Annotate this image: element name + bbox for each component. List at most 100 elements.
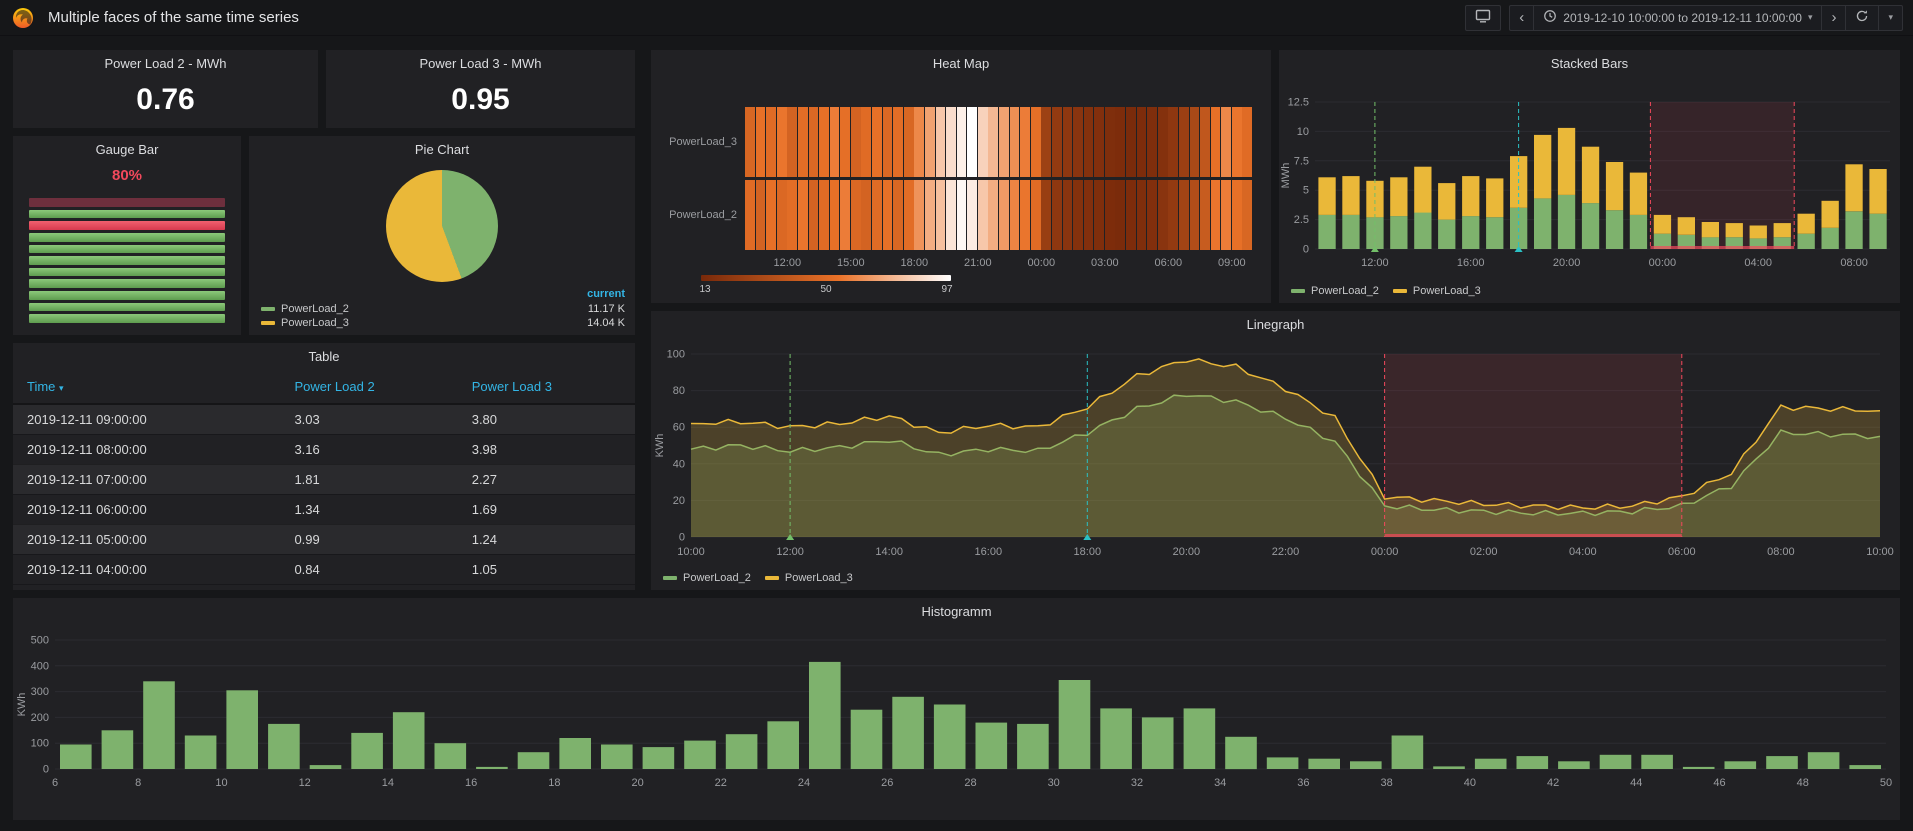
stacked-bar-powerload-3[interactable] xyxy=(1390,177,1407,216)
stacked-bar-powerload-3[interactable] xyxy=(1534,135,1551,199)
heatmap-cell[interactable] xyxy=(1232,107,1242,177)
stacked-bar-powerload-3[interactable] xyxy=(1414,167,1431,213)
panel-title[interactable]: Power Load 2 - MWh xyxy=(13,50,318,77)
legend-item-PowerLoad_2[interactable]: PowerLoad_2 xyxy=(1291,285,1379,297)
heatmap-cell[interactable] xyxy=(1115,180,1125,250)
heatmap-cell[interactable] xyxy=(809,107,819,177)
heatmap-cell[interactable] xyxy=(756,107,766,177)
heatmap-cell[interactable] xyxy=(861,180,871,250)
heatmap-cell[interactable] xyxy=(1211,107,1221,177)
table-header-time[interactable]: Time ▾ xyxy=(13,370,280,404)
heatmap-cell[interactable] xyxy=(798,180,808,250)
stacked-bar-powerload-3[interactable] xyxy=(1845,164,1862,211)
heatmap-cell[interactable] xyxy=(1221,180,1231,250)
histogram-bar[interactable] xyxy=(851,710,883,769)
stacked-bar-powerload-3[interactable] xyxy=(1318,177,1335,215)
heatmap-cell[interactable] xyxy=(1020,107,1030,177)
stacked-bar-powerload-3[interactable] xyxy=(1630,173,1647,215)
time-range-forward-button[interactable]: › xyxy=(1821,5,1845,31)
panel-title[interactable]: Gauge Bar xyxy=(13,136,241,163)
panel-title[interactable]: Pie Chart xyxy=(249,136,635,163)
heatmap-cell[interactable] xyxy=(777,107,787,177)
heatmap-cell[interactable] xyxy=(1126,180,1136,250)
histogram-bar[interactable] xyxy=(143,681,175,769)
stacked-bar-powerload-2[interactable] xyxy=(1438,220,1455,249)
heatmap-cell[interactable] xyxy=(1010,107,1020,177)
heatmap-cell[interactable] xyxy=(851,180,861,250)
legend-item-PowerLoad_3[interactable]: PowerLoad_314.04 K xyxy=(261,316,625,329)
stacked-bar-powerload-2[interactable] xyxy=(1845,211,1862,249)
heatmap-cell[interactable] xyxy=(1147,180,1157,250)
histogram-bar[interactable] xyxy=(643,747,675,769)
heatmap-cell[interactable] xyxy=(1052,180,1062,250)
heatmap-cell[interactable] xyxy=(967,107,977,177)
heatmap-cell[interactable] xyxy=(872,107,882,177)
time-range-back-button[interactable]: ‹ xyxy=(1509,5,1533,31)
panel-title[interactable]: Linegraph xyxy=(651,311,1900,338)
histogram-bar[interactable] xyxy=(518,752,550,769)
heatmap-cell[interactable] xyxy=(1126,107,1136,177)
heatmap-cell[interactable] xyxy=(851,107,861,177)
histogram-bar[interactable] xyxy=(726,734,758,769)
heatmap-cell[interactable] xyxy=(1179,180,1189,250)
stacked-bar-powerload-2[interactable] xyxy=(1630,215,1647,249)
heatmap-cell[interactable] xyxy=(1105,107,1115,177)
histogram-chart[interactable]: 0100200300400500KWh681012141618202224262… xyxy=(13,625,1900,820)
stacked-bar-powerload-3[interactable] xyxy=(1798,214,1815,234)
heatmap-cell[interactable] xyxy=(745,180,755,250)
stacked-bar-powerload-3[interactable] xyxy=(1558,128,1575,195)
histogram-bar[interactable] xyxy=(1725,761,1757,769)
legend-item-PowerLoad_2[interactable]: PowerLoad_211.17 K xyxy=(261,302,625,315)
stacked-bar-powerload-3[interactable] xyxy=(1582,147,1599,203)
legend-item-PowerLoad_3[interactable]: PowerLoad_3 xyxy=(1393,285,1481,297)
heatmap-cell[interactable] xyxy=(1190,107,1200,177)
heatmap-cell[interactable] xyxy=(861,107,871,177)
heatmap-cell[interactable] xyxy=(904,180,914,250)
heatmap-cell[interactable] xyxy=(1190,180,1200,250)
histogram-bar[interactable] xyxy=(60,745,92,770)
stacked-bar-powerload-3[interactable] xyxy=(1678,217,1695,235)
heatmap-cell[interactable] xyxy=(1041,107,1051,177)
heatmap-cell[interactable] xyxy=(819,107,829,177)
panel-title[interactable]: Power Load 3 - MWh xyxy=(326,50,635,77)
refresh-button[interactable] xyxy=(1845,5,1878,31)
heatmap-cell[interactable] xyxy=(1179,107,1189,177)
heatmap-cell[interactable] xyxy=(766,180,776,250)
histogram-bar[interactable] xyxy=(1849,765,1881,769)
heatmap-cell[interactable] xyxy=(1052,107,1062,177)
histogram-bar[interactable] xyxy=(1184,708,1216,769)
heatmap-cell[interactable] xyxy=(1242,180,1252,250)
heatmap-cell[interactable] xyxy=(1242,107,1252,177)
histogram-bar[interactable] xyxy=(1100,708,1132,769)
stacked-bar-powerload-3[interactable] xyxy=(1726,223,1743,237)
stacked-bar-powerload-3[interactable] xyxy=(1462,176,1479,216)
histogram-bar[interactable] xyxy=(1683,767,1715,769)
heatmap-chart[interactable]: PowerLoad_3PowerLoad_212:0015:0018:0021:… xyxy=(651,77,1271,303)
heatmap-cell[interactable] xyxy=(988,180,998,250)
pie-chart[interactable] xyxy=(386,170,498,282)
stacked-bar-powerload-2[interactable] xyxy=(1558,195,1575,249)
heatmap-cell[interactable] xyxy=(1063,180,1073,250)
heatmap-cell[interactable] xyxy=(914,107,924,177)
histogram-bar[interactable] xyxy=(1392,736,1424,770)
heatmap-cell[interactable] xyxy=(946,107,956,177)
heatmap-cell[interactable] xyxy=(830,107,840,177)
heatmap-cell[interactable] xyxy=(1031,180,1041,250)
heatmap-cell[interactable] xyxy=(1073,107,1083,177)
histogram-bar[interactable] xyxy=(1766,756,1798,769)
heatmap-cell[interactable] xyxy=(1232,180,1242,250)
stacked-bar-powerload-3[interactable] xyxy=(1486,178,1503,217)
heatmap-cell[interactable] xyxy=(1200,180,1210,250)
heatmap-cell[interactable] xyxy=(1010,180,1020,250)
stacked-bar-powerload-3[interactable] xyxy=(1654,215,1671,234)
linegraph-chart[interactable]: 020406080100KWh10:0012:0014:0016:0018:00… xyxy=(651,338,1900,590)
heatmap-cell[interactable] xyxy=(967,180,977,250)
heatmap-cell[interactable] xyxy=(1094,107,1104,177)
heatmap-cell[interactable] xyxy=(1084,107,1094,177)
histogram-bar[interactable] xyxy=(351,733,383,769)
heatmap-cell[interactable] xyxy=(957,107,967,177)
heatmap-cell[interactable] xyxy=(745,107,755,177)
histogram-bar[interactable] xyxy=(102,730,134,769)
stacked-bar-powerload-3[interactable] xyxy=(1438,183,1455,220)
heatmap-cell[interactable] xyxy=(978,180,988,250)
